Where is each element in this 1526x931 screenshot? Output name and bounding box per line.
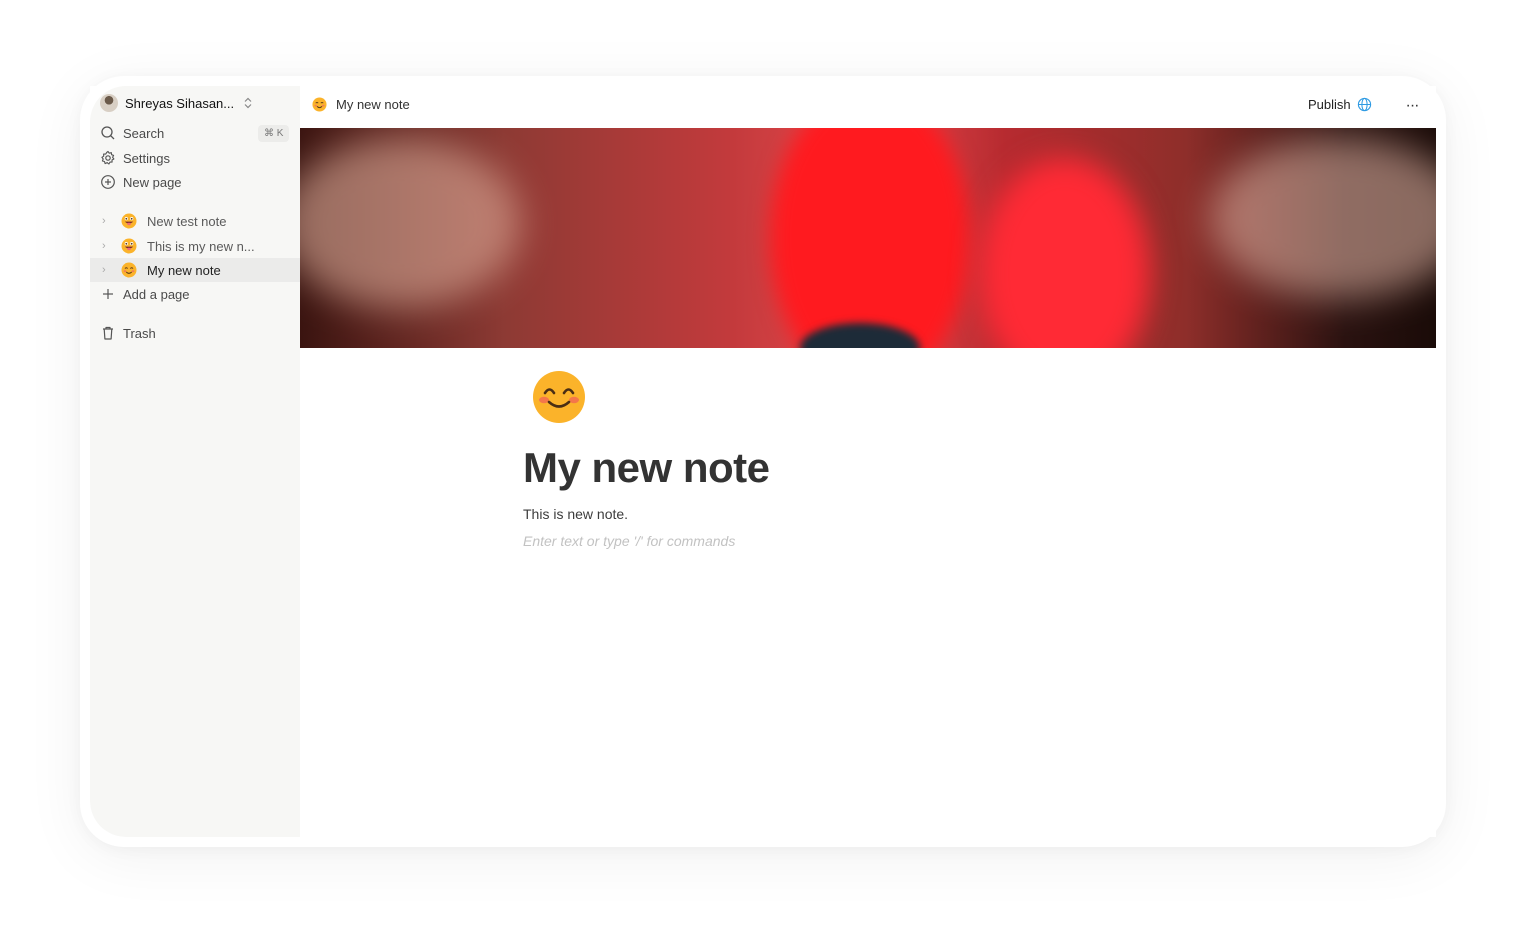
plus-circle-icon (101, 175, 115, 189)
publish-label: Publish (1308, 97, 1351, 112)
search-shortcut: ⌘ K (258, 125, 290, 142)
trash-label: Trash (123, 325, 156, 341)
chevron-up-down-icon (244, 97, 252, 109)
plus-icon (103, 289, 113, 299)
workspace-switcher[interactable]: Shreyas Sihasan... (100, 93, 253, 113)
page-label: My new note (147, 262, 221, 278)
more-options-icon[interactable]: ··· (1400, 95, 1424, 117)
grinning-tongue-emoji-icon (121, 213, 137, 229)
trash-icon (103, 326, 113, 340)
add-page-label: Add a page (123, 286, 190, 302)
settings-button[interactable]: Settings (100, 147, 170, 169)
breadcrumb[interactable]: My new note (312, 97, 410, 112)
gear-icon (101, 150, 115, 165)
new-page-label: New page (123, 174, 182, 190)
publish-button[interactable]: Publish (1308, 97, 1372, 112)
globe-icon (1357, 97, 1371, 112)
page-label: This is my new n... (147, 238, 255, 254)
topbar: My new note Publish ··· (300, 86, 1436, 128)
cover-image[interactable] (300, 128, 1436, 348)
page-label: New test note (147, 213, 227, 229)
breadcrumb-title: My new note (336, 97, 410, 112)
chevron-right-icon[interactable]: › (102, 264, 114, 276)
search-button[interactable]: Search (100, 122, 164, 144)
workspace-name: Shreyas Sihasan... (125, 95, 235, 111)
search-icon (101, 126, 115, 140)
avatar (100, 94, 118, 112)
page-smiling-face-emoji-icon[interactable] (531, 369, 587, 425)
chevron-right-icon[interactable]: › (102, 215, 114, 227)
app-window: Shreyas Sihasan... Search ⌘ K Settings N… (90, 86, 1436, 837)
smiling-face-emoji-icon (312, 97, 327, 112)
page-body-text[interactable]: This is new note. (523, 506, 628, 522)
add-page-button[interactable]: Add a page (100, 283, 190, 305)
smiling-face-emoji-icon (121, 262, 137, 278)
settings-label: Settings (123, 150, 170, 166)
chevron-right-icon[interactable]: › (102, 240, 114, 252)
sidebar-item-new-test-note[interactable]: › New test note (90, 209, 300, 233)
search-label: Search (123, 125, 165, 141)
editor-placeholder[interactable]: Enter text or type '/' for commands (523, 533, 735, 549)
page-title[interactable]: My new note (523, 444, 770, 492)
sidebar-item-this-is-my-new-note[interactable]: › This is my new n... (90, 234, 300, 258)
new-page-button[interactable]: New page (100, 171, 182, 193)
sidebar: Shreyas Sihasan... Search ⌘ K Settings N… (90, 86, 300, 837)
sidebar-item-my-new-note[interactable]: › My new note (90, 258, 300, 282)
grinning-tongue-emoji-icon (121, 238, 137, 254)
trash-button[interactable]: Trash (100, 322, 156, 344)
